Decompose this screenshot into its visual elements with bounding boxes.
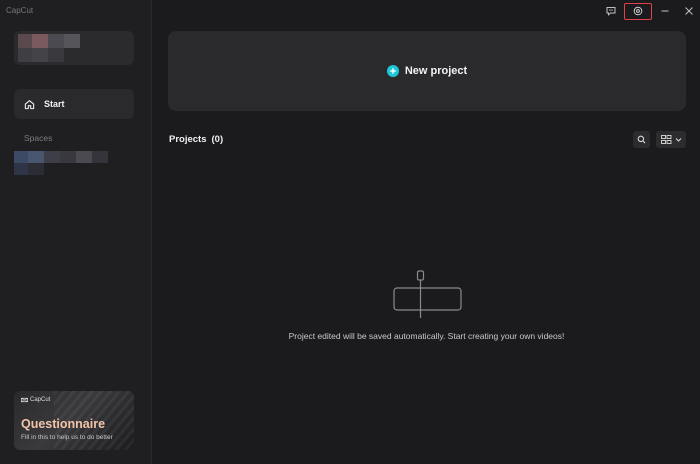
projects-heading: Projects (0) [169,134,223,145]
minimize-button[interactable] [654,1,676,21]
plus-icon [386,65,399,77]
close-button[interactable] [678,1,700,21]
projects-count: (0) [211,134,224,145]
capcut-logo: CapCut [21,397,50,403]
sidebar-item-start[interactable]: Start [14,89,134,119]
close-icon [685,7,693,15]
chevron-down-icon [675,138,681,142]
settings-button[interactable] [624,2,652,20]
promo-subtitle: Fill in this to help us to do better [21,434,113,441]
new-project-button[interactable]: New project [168,31,686,111]
main-content: New project Projects (0) Project edited w… [153,0,700,464]
feedback-button[interactable] [600,1,622,21]
projects-label: Projects [169,134,207,145]
window-controls [598,0,700,22]
search-button[interactable] [633,131,650,148]
empty-state-message: Project edited will be saved automatical… [288,331,565,341]
profile-card[interactable] [14,31,134,65]
capcut-logo-icon [21,397,28,403]
questionnaire-banner[interactable]: CapCut Questionnaire Fill in this to hel… [14,391,134,450]
sidebar: CapCut Start Spaces CapCut Questionnaire… [0,0,152,464]
view-toggle-button[interactable] [656,131,686,148]
new-project-label: New project [404,65,468,77]
spaces-heading: Spaces [24,133,53,143]
home-icon [24,99,35,109]
promo-title: Questionnaire [21,417,106,431]
space-item[interactable] [14,151,114,175]
minimize-icon [661,10,669,12]
search-icon [637,135,646,144]
app-title: CapCut [6,6,34,15]
sidebar-item-start-label: Start [44,99,65,109]
promo-brand: CapCut [30,397,51,403]
settings-icon [633,6,643,16]
empty-state-illustration [393,270,462,318]
grid-view-icon [660,135,671,144]
feedback-icon [606,7,616,16]
